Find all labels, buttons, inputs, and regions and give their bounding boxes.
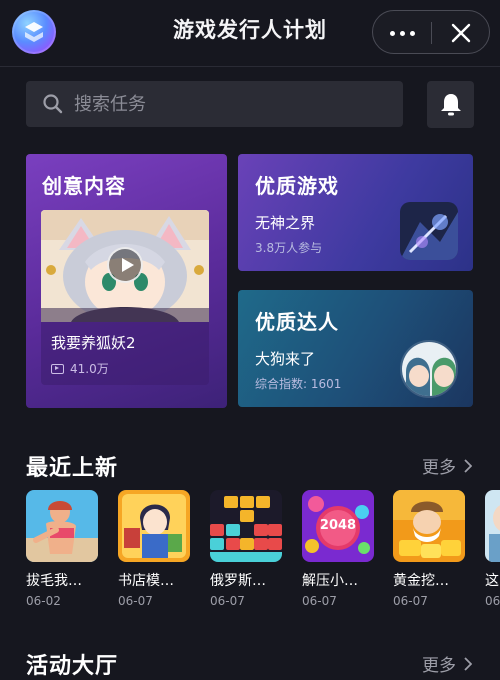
game-icon xyxy=(485,490,500,562)
game-icon xyxy=(118,490,190,562)
video-card[interactable]: 我要养狐妖2 41.0万 xyxy=(41,210,209,385)
game-item[interactable]: 拔毛我… 06-02 xyxy=(26,490,98,615)
quality-games-card[interactable]: 优质游戏 无神之界 3.8万人参与 xyxy=(238,154,473,271)
game-date: 06-07 xyxy=(393,594,428,608)
video-title: 我要养狐妖2 xyxy=(51,334,136,352)
featured-talent-name: 大狗来了 xyxy=(255,350,316,368)
game-name: 这 xyxy=(485,573,499,589)
more-dots-icon xyxy=(389,30,395,36)
creative-card-title: 创意内容 xyxy=(42,174,126,198)
game-item[interactable]: 俄罗斯… 06-07 xyxy=(210,490,282,615)
header-divider xyxy=(0,66,500,67)
game-date: 06-07 xyxy=(118,594,153,608)
video-thumbnail xyxy=(41,210,209,322)
featured-game-participants: 3.8万人参与 xyxy=(255,241,323,255)
video-views-count: 41.0万 xyxy=(70,362,109,376)
game-name: 俄罗斯… xyxy=(210,573,266,589)
more-dot xyxy=(399,30,405,36)
video-play-count-icon xyxy=(51,363,64,374)
game-date: 06-07 xyxy=(210,594,245,608)
events-more-link[interactable]: 更多 xyxy=(422,651,472,676)
video-views: 41.0万 xyxy=(51,360,109,377)
more-dot xyxy=(409,30,415,36)
recent-more-label: 更多 xyxy=(422,458,456,478)
game-icon xyxy=(393,490,465,562)
recent-more-link[interactable]: 更多 xyxy=(422,453,472,478)
search-box[interactable] xyxy=(26,81,403,127)
bell-icon xyxy=(440,93,461,115)
creative-content-card[interactable]: 创意内容 我要养狐妖2 41.0万 xyxy=(26,154,227,408)
mini-program-capsule xyxy=(372,10,490,54)
game-item[interactable]: 书店模… 06-07 xyxy=(118,490,190,615)
game-name: 黄金挖… xyxy=(393,573,449,589)
game-item[interactable]: 黄金挖… 06-07 xyxy=(393,490,465,615)
featured-game-icon xyxy=(400,202,458,260)
games-card-title: 优质游戏 xyxy=(255,174,339,198)
featured-game-name: 无神之界 xyxy=(255,214,316,232)
close-icon xyxy=(451,23,471,43)
talent-card-title: 优质达人 xyxy=(255,310,339,334)
game-icon: 2048 xyxy=(302,490,374,562)
game-name: 书店模… xyxy=(118,573,174,589)
game-date: 06-07 xyxy=(302,594,337,608)
game-item[interactable]: 2048 解压小… 06-07 xyxy=(302,490,374,615)
more-button[interactable] xyxy=(373,11,431,55)
featured-talent-index: 综合指数: 1601 xyxy=(255,377,342,391)
header-bar: 游戏发行人计划 xyxy=(0,0,500,64)
talent-avatar xyxy=(400,340,458,398)
game-icon-label: 2048 xyxy=(319,518,357,533)
search-input[interactable] xyxy=(72,81,392,127)
notification-button[interactable] xyxy=(427,81,474,128)
events-more-label: 更多 xyxy=(422,656,456,676)
game-item[interactable]: 这 06 xyxy=(485,490,500,615)
recent-section-title: 最近上新 xyxy=(26,456,119,481)
capsule-divider xyxy=(431,22,432,44)
search-icon xyxy=(43,94,63,114)
game-icon xyxy=(210,490,282,562)
game-date: 06 xyxy=(485,594,500,608)
events-section-title: 活动大厅 xyxy=(26,654,119,679)
close-button[interactable] xyxy=(433,11,489,55)
recent-games-list: 拔毛我… 06-02 书店模… 06-07 俄罗斯… 06-07 2048 解压… xyxy=(26,490,500,615)
game-name: 解压小… xyxy=(302,573,358,589)
play-button[interactable] xyxy=(107,247,143,283)
game-icon xyxy=(26,490,98,562)
chevron-right-icon xyxy=(464,656,472,671)
game-date: 06-02 xyxy=(26,594,61,608)
quality-talent-card[interactable]: 优质达人 大狗来了 综合指数: 1601 xyxy=(238,290,473,407)
chevron-right-icon xyxy=(464,458,472,473)
game-name: 拔毛我… xyxy=(26,573,82,589)
